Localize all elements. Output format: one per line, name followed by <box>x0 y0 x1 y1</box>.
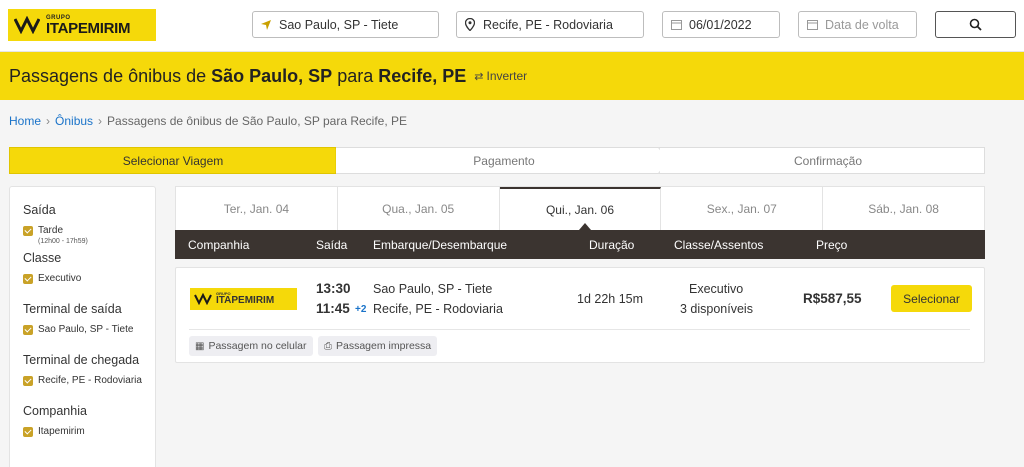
col-embarque: Embarque/Desembarque <box>373 238 508 252</box>
filter-title-saida: Saída <box>23 203 56 217</box>
filter-checkbox-terminal-chegada[interactable]: Recife, PE - Rodoviaria <box>23 375 155 386</box>
departure-date-value: 06/01/2022 <box>689 17 752 32</box>
col-saida: Saída <box>316 238 348 252</box>
trip-seats: 3 disponíveis <box>680 302 753 316</box>
search-icon <box>969 18 982 31</box>
step-payment: Pagamento <box>336 147 660 174</box>
trip-destination: Recife, PE - Rodoviaria <box>373 302 503 316</box>
search-button[interactable] <box>935 11 1016 38</box>
chevron-right-icon: › <box>46 114 51 128</box>
filter-sub-label: (12h00 - 17h59) <box>38 238 88 245</box>
depart-time: 13:30 <box>316 281 351 296</box>
top-bar: GRUPO ITAPEMIRIM Sao Paulo, SP - Tiete R… <box>0 0 1024 52</box>
filter-checkbox-itapemirim[interactable]: Itapemirim <box>23 426 155 437</box>
destination-field[interactable]: Recife, PE - Rodoviaria <box>456 11 644 38</box>
return-date-field[interactable]: Data de volta <box>798 11 917 38</box>
tag-printed-ticket: ⎙ Passagem impressa <box>318 336 438 356</box>
page-title: Passagens de ônibus de São Paulo, SP par… <box>9 65 467 86</box>
destination-value: Recife, PE - Rodoviaria <box>483 17 613 32</box>
col-duracao: Duração <box>589 238 635 252</box>
checkbox-checked-icon <box>23 226 33 236</box>
filter-title-terminal-saida: Terminal de saída <box>23 302 122 316</box>
checkbox-checked-icon <box>23 274 33 284</box>
map-pin-icon <box>463 18 477 32</box>
select-trip-button[interactable]: Selecionar <box>891 285 972 312</box>
filters-sidebar: Saída Tarde (12h00 - 17h59) Classe Execut… <box>9 186 156 467</box>
title-destination: Recife, PE <box>378 65 467 86</box>
filter-title-companhia: Companhia <box>23 404 87 418</box>
trip-class: Executivo <box>689 282 744 296</box>
breadcrumb-home[interactable]: Home <box>9 114 41 128</box>
plus-days-badge: +2 <box>355 304 367 315</box>
trip-card[interactable]: GRUPO ITAPEMIRIM 13:30 11:45 +2 Sao Paul… <box>175 267 985 363</box>
step-select-trip: Selecionar Viagem <box>9 147 336 174</box>
date-tab[interactable]: Ter., Jan. 04 <box>176 187 338 230</box>
origin-field[interactable]: Sao Paulo, SP - Tiete <box>252 11 439 38</box>
step-confirmation: Confirmação <box>660 147 985 174</box>
checkbox-checked-icon <box>23 427 33 437</box>
printer-icon: ⎙ <box>324 340 332 352</box>
filter-checkbox-tarde[interactable]: Tarde (12h00 - 17h59) <box>23 225 155 245</box>
title-origin: São Paulo, SP <box>211 65 333 86</box>
results-panel: Ter., Jan. 04 Qua., Jan. 05 Qui., Jan. 0… <box>175 186 985 363</box>
trip-origin: Sao Paulo, SP - Tiete <box>373 282 493 296</box>
calendar-icon <box>805 18 819 32</box>
trip-duration: 1d 22h 15m <box>577 292 644 306</box>
arrive-time: 11:45 <box>316 301 350 316</box>
logo-mark-icon <box>194 293 212 305</box>
brand-logo[interactable]: GRUPO ITAPEMIRIM <box>8 9 156 41</box>
chevron-right-icon: › <box>98 114 103 128</box>
divider <box>189 329 970 330</box>
swap-icon: ⇄ <box>474 70 484 83</box>
col-companhia: Companhia <box>188 238 250 252</box>
date-tab[interactable]: Qua., Jan. 05 <box>338 187 500 230</box>
filter-checkbox-terminal-saida[interactable]: Sao Paulo, SP - Tiete <box>23 324 155 335</box>
checkout-steps: Selecionar Viagem Pagamento Confirmação <box>9 147 985 174</box>
results-table-header: Companhia Saída Embarque/Desembarque Dur… <box>175 223 985 259</box>
location-arrow-icon <box>259 18 273 32</box>
trip-price: R$587,55 <box>803 291 862 306</box>
company-logo: GRUPO ITAPEMIRIM <box>190 288 297 310</box>
filter-title-terminal-chegada: Terminal de chegada <box>23 353 140 367</box>
date-tab[interactable]: Sáb., Jan. 08 <box>823 187 984 230</box>
date-tab[interactable]: Sex., Jan. 07 <box>661 187 824 230</box>
departure-date-field[interactable]: 06/01/2022 <box>662 11 780 38</box>
breadcrumb-current: Passagens de ônibus de São Paulo, SP par… <box>107 114 408 128</box>
origin-value: Sao Paulo, SP - Tiete <box>279 17 399 32</box>
col-classe: Classe/Assentos <box>674 238 764 252</box>
checkbox-checked-icon <box>23 376 33 386</box>
filter-checkbox-executivo[interactable]: Executivo <box>23 273 155 284</box>
filter-title-classe: Classe <box>23 251 62 265</box>
invert-route-button[interactable]: ⇄ Inverter <box>474 69 527 83</box>
route-title-band: Passagens de ônibus de São Paulo, SP par… <box>0 52 1024 100</box>
breadcrumb-onibus[interactable]: Ônibus <box>55 114 93 128</box>
col-preco: Preço <box>816 238 848 252</box>
return-date-placeholder: Data de volta <box>825 17 899 32</box>
caret-up-icon <box>579 223 591 230</box>
breadcrumb: Home › Ônibus › Passagens de ônibus de S… <box>9 114 407 128</box>
calendar-icon <box>669 18 683 32</box>
invert-label: Inverter <box>486 69 528 83</box>
checkbox-checked-icon <box>23 325 33 335</box>
qr-code-icon: ▦ <box>195 340 205 352</box>
tag-mobile-ticket: ▦ Passagem no celular <box>189 336 313 356</box>
logo-big-text: ITAPEMIRIM <box>46 19 131 37</box>
logo-mark-icon <box>14 16 40 34</box>
